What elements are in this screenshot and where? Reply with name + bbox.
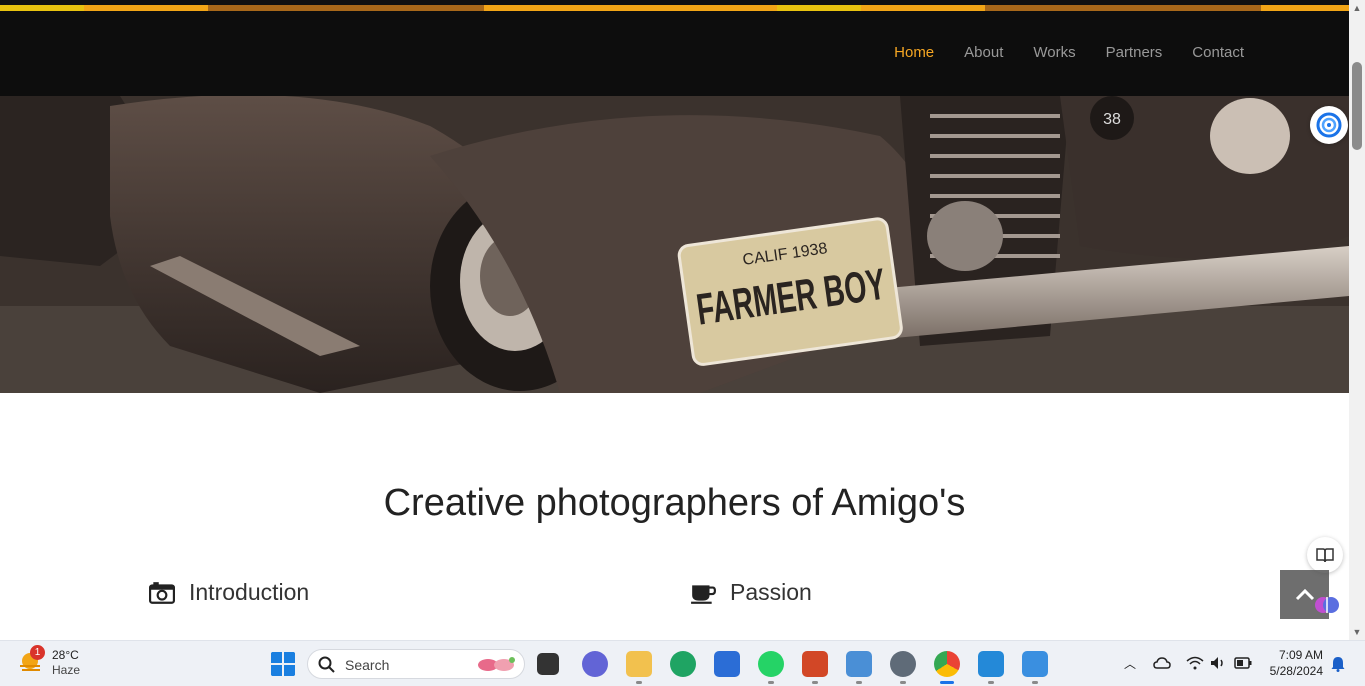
search-icon	[318, 656, 335, 673]
section-heading: Passion	[730, 579, 812, 605]
nav-about-link[interactable]: About	[964, 44, 1003, 61]
hero-image-vintage-car: 38 CALIF 1938 FARMER BOY	[0, 96, 1349, 393]
book-icon	[1316, 548, 1334, 563]
ai-assistant-button[interactable]	[1308, 586, 1346, 624]
taskbar-clock[interactable]: 7:09 AM 5/28/2024	[1270, 647, 1323, 679]
top-color-stripe	[0, 0, 1349, 11]
swirl-icon	[1316, 112, 1342, 138]
vscode-icon[interactable]	[978, 651, 1004, 677]
brain-icon	[1315, 597, 1339, 613]
section-introduction: Introduction	[149, 579, 309, 606]
weather-condition: Haze	[52, 663, 81, 677]
taskbar-search-box[interactable]: Search	[307, 649, 525, 679]
nav-partners-link[interactable]: Partners	[1106, 44, 1163, 61]
nav-home-link[interactable]: Home	[894, 44, 934, 61]
powerpoint-icon[interactable]	[802, 651, 828, 677]
scrollbar-thumb[interactable]	[1352, 62, 1362, 150]
page-title: Creative photographers of Amigo's	[383, 482, 966, 524]
battery-icon[interactable]	[1234, 657, 1252, 669]
weather-notification-badge: 1	[30, 645, 45, 660]
reading-mode-button[interactable]	[1307, 537, 1343, 573]
file-explorer-icon[interactable]	[626, 651, 652, 677]
search-label: Search	[345, 657, 390, 673]
clock-date: 5/28/2024	[1269, 664, 1323, 678]
onedrive-cloud-icon[interactable]	[1153, 656, 1171, 670]
edge-browser-icon[interactable]	[670, 651, 696, 677]
copilot-sidebar-button[interactable]	[1310, 106, 1348, 144]
clock-time: 7:09 AM	[1278, 648, 1323, 662]
running-indicator	[988, 681, 994, 684]
running-indicator	[856, 681, 862, 684]
notepad-icon[interactable]	[846, 651, 872, 677]
section-passion: Passion	[690, 579, 812, 606]
chrome-browser-icon[interactable]	[934, 651, 960, 677]
section-heading: Introduction	[189, 579, 310, 605]
navbar: Home About Works Partners Contact	[0, 11, 1349, 96]
hood-badge-number: 38	[1103, 111, 1121, 128]
show-hidden-icons-chevron-icon[interactable]: ︿	[1124, 655, 1136, 672]
search-highlight-icon	[478, 657, 515, 671]
nav-works-link[interactable]: Works	[1033, 44, 1075, 61]
running-indicator	[1032, 681, 1038, 684]
wifi-icon[interactable]	[1186, 656, 1204, 670]
scroll-up-arrow-icon[interactable]: ▲	[1349, 0, 1365, 16]
running-indicator	[900, 681, 906, 684]
weather-widget[interactable]: 28°C Haze	[18, 648, 80, 678]
running-indicator	[812, 681, 818, 684]
browser-viewport: Home About Works Partners Contact 38 CAL…	[0, 0, 1365, 640]
windows-start-icon[interactable]	[270, 651, 296, 677]
meet-chat-icon[interactable]	[582, 651, 608, 677]
task-view-icon[interactable]	[537, 653, 559, 675]
microsoft-store-icon[interactable]	[714, 651, 740, 677]
running-indicator	[636, 681, 642, 684]
coffee-cup-icon	[691, 584, 716, 604]
active-indicator	[940, 681, 954, 684]
settings-gear-icon[interactable]	[890, 651, 916, 677]
notification-bell-icon[interactable]	[1331, 656, 1345, 672]
windows-taskbar: 28°C Haze 1 Search ︿ 7:09 AM 5/28/2024	[0, 640, 1365, 686]
scrollbar[interactable]: ▲ ▼	[1349, 0, 1365, 640]
whatsapp-icon[interactable]	[758, 651, 784, 677]
weather-temperature: 28°C	[52, 648, 79, 662]
scroll-down-arrow-icon[interactable]: ▼	[1349, 624, 1365, 640]
nav-contact-link[interactable]: Contact	[1192, 44, 1244, 61]
main-nav: Home About Works Partners Contact	[864, 44, 1244, 61]
camera-icon	[149, 581, 175, 604]
running-indicator	[768, 681, 774, 684]
photos-icon[interactable]	[1022, 651, 1048, 677]
volume-icon[interactable]	[1210, 656, 1228, 670]
